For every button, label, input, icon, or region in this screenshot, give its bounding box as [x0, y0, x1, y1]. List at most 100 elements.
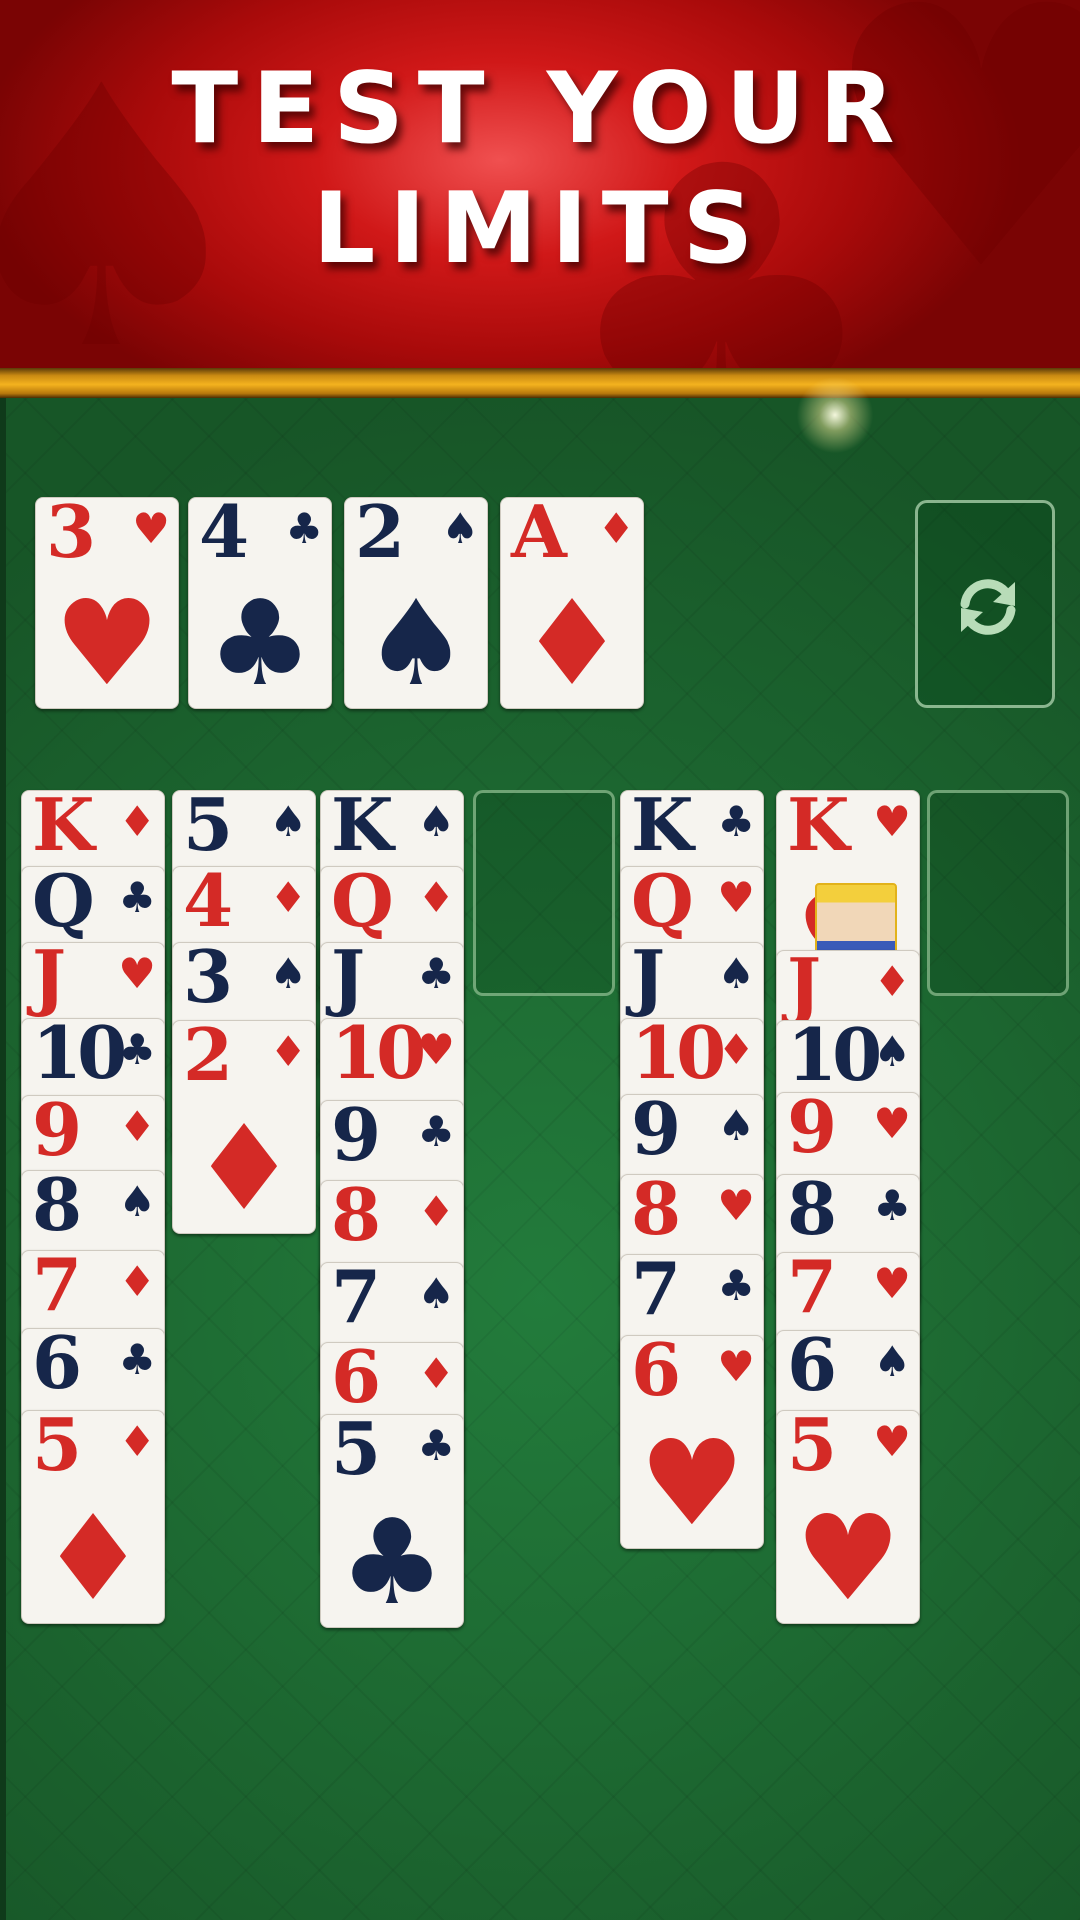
card-suit-icon: ♠ — [118, 1177, 156, 1226]
card-suit-icon: ♠ — [717, 1101, 755, 1150]
foundation-card[interactable]: A ♦ ♦ — [500, 497, 644, 709]
card-rank: 7 — [631, 1254, 681, 1331]
sparkle-effect — [790, 370, 880, 460]
card-suit-icon: ♣ — [717, 1261, 755, 1310]
card-rank: 6 — [331, 1342, 381, 1419]
card-suit-icon: ♠ — [417, 1269, 455, 1318]
card-suit-icon: ♣ — [417, 949, 455, 998]
card-rank: 2 — [355, 497, 405, 574]
tableau-card[interactable]: 2 ♦ ♦ — [172, 1020, 316, 1234]
card-suit-icon: ♦ — [118, 1417, 156, 1466]
card-rank: 10 — [787, 1020, 882, 1097]
tableau-card[interactable]: 5 ♥ ♥ — [776, 1410, 920, 1624]
card-rank: J — [32, 942, 66, 1019]
banner-title: TEST YOUR LIMITS — [0, 50, 1080, 289]
card-rank: J — [631, 942, 665, 1019]
card-suit-icon: ♦ — [417, 1349, 455, 1398]
card-rank: 8 — [331, 1180, 381, 1257]
card-rank: 3 — [183, 942, 233, 1019]
tableau-card[interactable]: 6 ♥ ♥ — [620, 1335, 764, 1549]
card-center-suit-icon: ♦ — [519, 574, 625, 709]
card-rank: Q — [631, 866, 694, 943]
card-rank: 2 — [183, 1020, 233, 1097]
refresh-button[interactable] — [915, 500, 1055, 708]
card-suit-icon: ♦ — [873, 957, 911, 1006]
foundation-card[interactable]: 2 ♠ ♠ — [344, 497, 488, 709]
foundation-card[interactable]: 4 ♣ ♣ — [188, 497, 332, 709]
card-suit-icon: ♥ — [717, 873, 755, 922]
empty-tableau-slot[interactable] — [473, 790, 615, 996]
card-suit-icon: ♦ — [269, 873, 307, 922]
card-rank: 8 — [787, 1174, 837, 1251]
card-rank: 5 — [32, 1410, 82, 1487]
card-rank: Q — [32, 866, 95, 943]
tableau-card[interactable]: 5 ♦ ♦ — [21, 1410, 165, 1624]
card-rank: 7 — [331, 1262, 381, 1339]
card-suit-icon: ♣ — [118, 1025, 156, 1074]
banner-title-line1: TEST YOUR — [171, 52, 909, 166]
card-rank: 5 — [183, 790, 233, 867]
gold-divider — [0, 368, 1080, 398]
card-suit-icon: ♥ — [873, 1259, 911, 1308]
card-suit-icon: ♥ — [717, 1342, 755, 1391]
card-center-suit-icon: ♣ — [339, 1493, 445, 1628]
card-suit-icon: ♦ — [597, 504, 635, 553]
card-center-suit-icon: ♥ — [639, 1414, 745, 1549]
card-suit-icon: ♣ — [118, 1335, 156, 1384]
tableau-card[interactable]: 5 ♣ ♣ — [320, 1414, 464, 1628]
card-rank: 10 — [331, 1018, 426, 1095]
card-rank: 4 — [183, 866, 233, 943]
card-rank: 4 — [199, 497, 249, 574]
card-center-suit-icon: ♦ — [40, 1489, 146, 1624]
card-center-suit-icon: ♣ — [207, 574, 313, 709]
card-suit-icon: ♠ — [417, 797, 455, 846]
card-suit-icon: ♥ — [873, 1417, 911, 1466]
card-rank: Q — [331, 866, 394, 943]
card-rank: 10 — [32, 1018, 127, 1095]
card-rank: K — [787, 790, 850, 867]
card-rank: J — [331, 942, 365, 1019]
card-rank: K — [331, 790, 394, 867]
card-suit-icon: ♣ — [873, 1181, 911, 1230]
promo-banner: ♠ ♥ ♣ TEST YOUR LIMITS — [0, 0, 1080, 370]
refresh-icon — [960, 579, 1016, 635]
card-suit-icon: ♥ — [717, 1181, 755, 1230]
card-rank: 9 — [32, 1095, 82, 1172]
card-rank: 6 — [32, 1328, 82, 1405]
card-suit-icon: ♦ — [417, 1187, 455, 1236]
card-suit-icon: ♠ — [873, 1027, 911, 1076]
card-suit-icon: ♦ — [717, 1025, 755, 1074]
card-center-suit-icon: ♦ — [191, 1099, 297, 1234]
card-suit-icon: ♣ — [417, 1107, 455, 1156]
card-rank: J — [787, 950, 821, 1027]
card-suit-icon: ♠ — [269, 797, 307, 846]
foundation-card[interactable]: 3 ♥ ♥ — [35, 497, 179, 709]
empty-tableau-slot[interactable] — [927, 790, 1069, 996]
card-suit-icon: ♦ — [118, 1102, 156, 1151]
card-center-suit-icon: ♥ — [54, 574, 160, 709]
card-rank: 9 — [631, 1094, 681, 1171]
card-suit-icon: ♥ — [873, 797, 911, 846]
card-suit-icon: ♣ — [285, 504, 323, 553]
card-rank: 5 — [331, 1414, 381, 1491]
card-suit-icon: ♠ — [717, 949, 755, 998]
card-center-suit-icon: ♠ — [363, 574, 469, 709]
board-edge — [0, 398, 6, 1920]
card-suit-icon: ♠ — [269, 949, 307, 998]
card-suit-icon: ♥ — [132, 504, 170, 553]
card-suit-icon: ♠ — [873, 1337, 911, 1386]
card-rank: 5 — [787, 1410, 837, 1487]
card-rank: K — [32, 790, 95, 867]
card-rank: A — [511, 497, 567, 574]
card-rank: 3 — [46, 497, 96, 574]
card-rank: K — [631, 790, 694, 867]
card-rank: 9 — [787, 1092, 837, 1169]
card-suit-icon: ♦ — [417, 873, 455, 922]
card-rank: 9 — [331, 1100, 381, 1177]
banner-title-line2: LIMITS — [312, 171, 768, 286]
card-rank: 8 — [631, 1174, 681, 1251]
card-rank: 8 — [32, 1170, 82, 1247]
card-suit-icon: ♦ — [118, 1257, 156, 1306]
card-rank: 6 — [631, 1335, 681, 1412]
card-center-suit-icon: ♥ — [795, 1489, 901, 1624]
